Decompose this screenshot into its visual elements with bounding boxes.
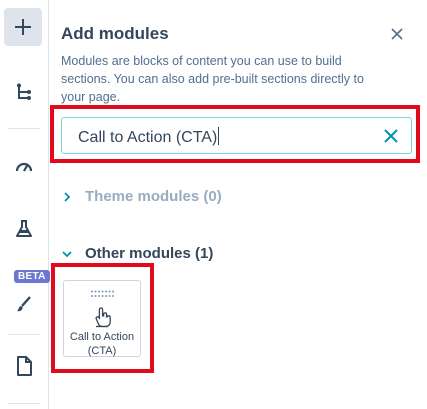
plus-icon (15, 19, 31, 35)
search-highlight-box (50, 105, 420, 163)
panel-title: Add modules (61, 24, 169, 43)
divider (8, 403, 40, 404)
design-button[interactable] (4, 284, 44, 324)
close-icon[interactable] (389, 26, 405, 42)
page-settings-button[interactable] (4, 346, 44, 386)
brush-icon (17, 296, 31, 312)
other-modules-section[interactable]: Other modules (1) (61, 245, 213, 262)
section-label: Other modules (1) (85, 245, 214, 262)
chevron-right-icon (64, 191, 71, 202)
beta-badge: BETA (14, 270, 50, 283)
divider (8, 128, 40, 129)
document-icon (17, 356, 32, 376)
gauge-icon (15, 162, 33, 172)
section-label: Theme modules (0) (85, 188, 222, 205)
add-module-button[interactable] (4, 8, 42, 46)
tree-structure-icon (17, 83, 31, 100)
panel-description: Modules are blocks of content you can us… (61, 54, 364, 104)
left-toolbar: BETA (0, 0, 50, 409)
theme-modules-section[interactable]: Theme modules (0) (61, 188, 222, 205)
module-highlight-box (51, 263, 154, 373)
flask-icon (16, 220, 32, 237)
optimize-button[interactable] (4, 146, 44, 186)
structure-button[interactable] (4, 72, 44, 112)
chevron-down-icon (62, 250, 72, 257)
test-button[interactable] (4, 209, 44, 249)
divider (8, 334, 40, 335)
